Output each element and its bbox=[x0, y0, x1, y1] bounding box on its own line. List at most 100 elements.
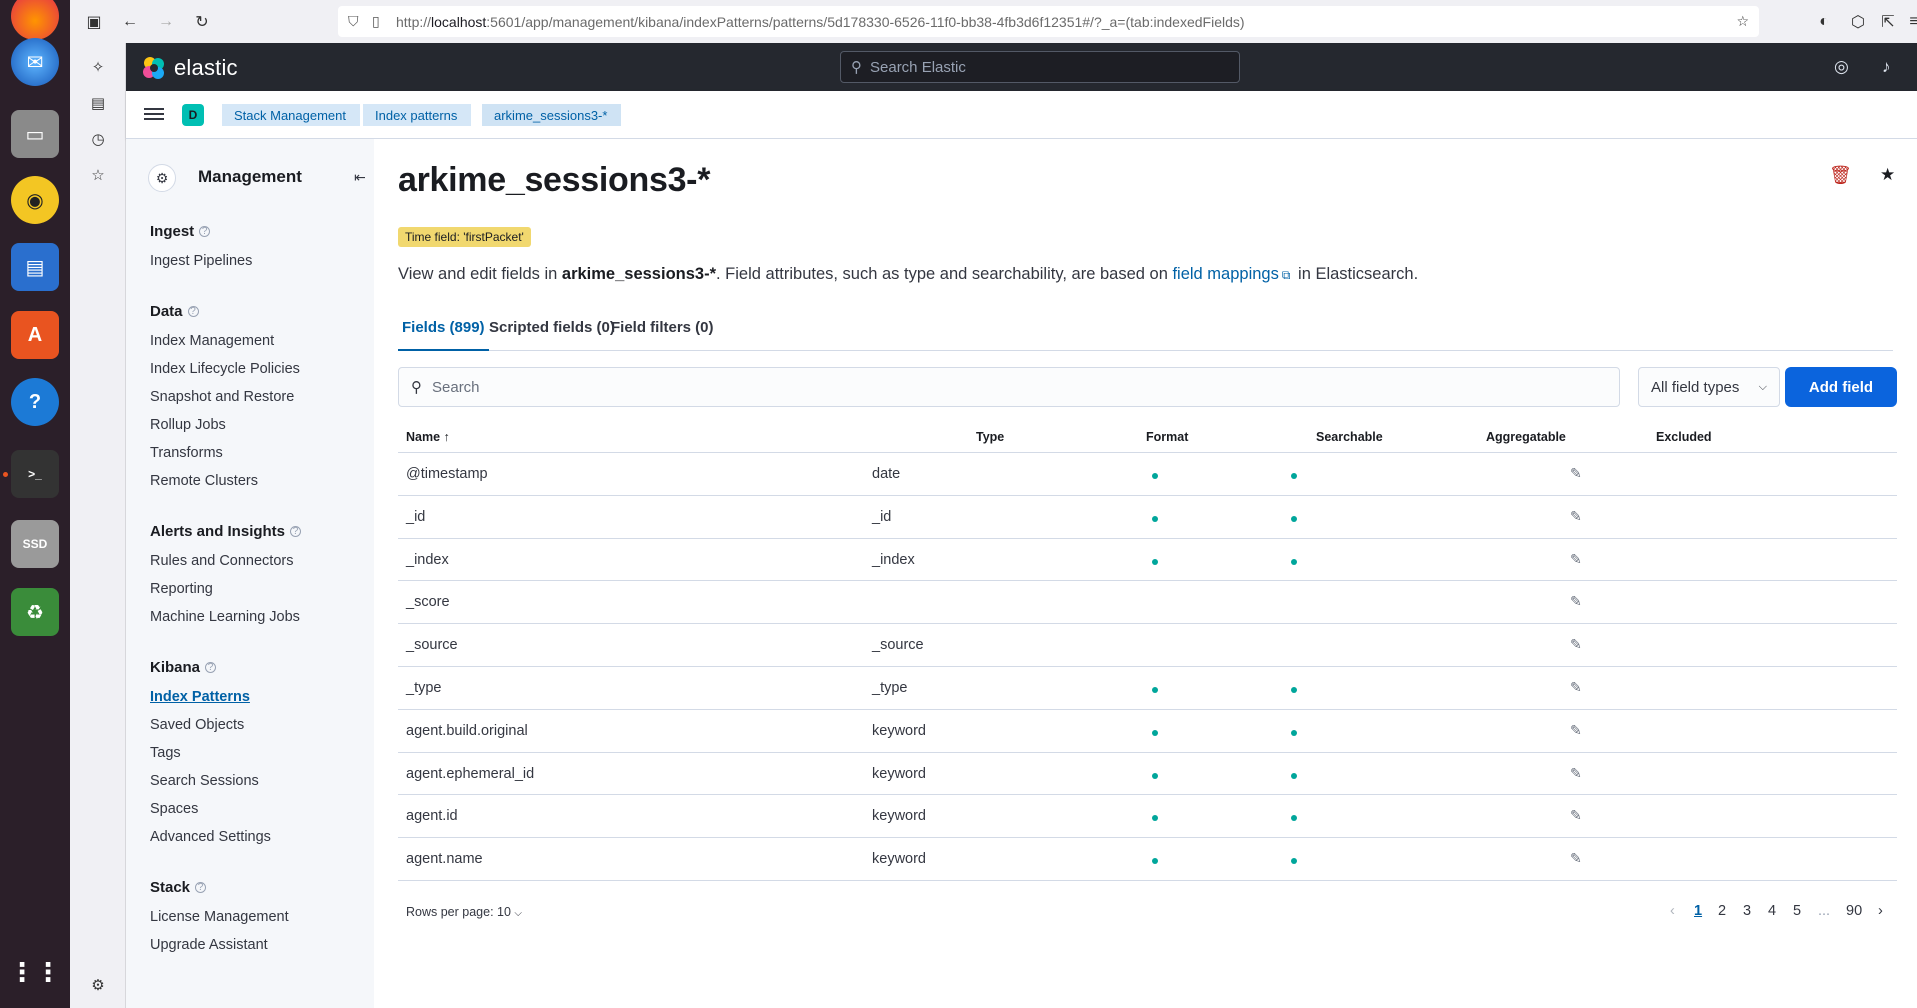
edit-pencil-icon[interactable]: ✎ bbox=[1570, 551, 1582, 568]
page-link[interactable]: 1 bbox=[1694, 903, 1702, 919]
synced-tabs-icon[interactable]: ▤ bbox=[86, 91, 110, 115]
prev-page-icon[interactable]: ‹ bbox=[1670, 903, 1675, 919]
field-name: _index bbox=[406, 551, 449, 568]
page-link[interactable]: 2 bbox=[1718, 903, 1726, 919]
breadcrumb-stack-management[interactable]: Stack Management bbox=[222, 104, 361, 126]
sidebar-item-transforms[interactable]: Transforms bbox=[150, 445, 223, 461]
sidebar-item-index-patterns[interactable]: Index Patterns bbox=[150, 689, 250, 705]
url-bar[interactable]: ⛉ ▯ http://localhost:5601/app/management… bbox=[338, 6, 1759, 37]
ssd-icon[interactable]: SSD bbox=[11, 520, 59, 568]
share-icon[interactable]: ⇱ bbox=[1876, 10, 1900, 34]
help-menu-icon[interactable]: ◎ bbox=[1834, 57, 1849, 77]
column-header-excluded[interactable]: Excluded bbox=[1656, 430, 1712, 444]
management-gear-icon: ⚙ bbox=[148, 164, 176, 192]
tab-fields[interactable]: Fields (899) bbox=[398, 319, 489, 351]
page-icon: ▯ bbox=[372, 13, 380, 29]
back-icon[interactable]: ← bbox=[118, 10, 142, 34]
edit-pencil-icon[interactable]: ✎ bbox=[1570, 465, 1582, 482]
app-center-icon[interactable]: A bbox=[11, 311, 59, 359]
table-row: _type _type ✎ bbox=[398, 667, 1897, 710]
table-row: _score ✎ bbox=[398, 581, 1897, 625]
column-header-aggregatable[interactable]: Aggregatable bbox=[1486, 430, 1566, 444]
bookmark-star-icon[interactable]: ☆ bbox=[1736, 13, 1749, 30]
tab-field-filters[interactable]: Field filters (0) bbox=[611, 319, 714, 336]
rhythmbox-icon[interactable]: ◉ bbox=[11, 176, 59, 224]
sidebar-toggle-icon[interactable]: ▣ bbox=[82, 10, 106, 34]
sidebar-item-upgrade-assistant[interactable]: Upgrade Assistant bbox=[150, 937, 268, 953]
help-icon[interactable]: ? bbox=[11, 378, 59, 426]
rows-per-page-select[interactable]: Rows per page: 10 ⌵ bbox=[406, 905, 522, 919]
menu-icon[interactable]: ≡ bbox=[1902, 10, 1917, 34]
add-field-button[interactable]: Add field bbox=[1785, 367, 1897, 407]
writer-icon[interactable]: ▤ bbox=[11, 243, 59, 291]
sidebar-item-spaces[interactable]: Spaces bbox=[150, 801, 198, 817]
sidebar-item-rollup[interactable]: Rollup Jobs bbox=[150, 417, 226, 433]
edit-pencil-icon[interactable]: ✎ bbox=[1570, 722, 1582, 739]
edit-pencil-icon[interactable]: ✎ bbox=[1570, 636, 1582, 653]
tab-scripted-fields[interactable]: Scripted fields (0) bbox=[489, 319, 615, 336]
edit-pencil-icon[interactable]: ✎ bbox=[1570, 765, 1582, 782]
sidebar-item-tags[interactable]: Tags bbox=[150, 745, 181, 761]
sidebar-item-rules[interactable]: Rules and Connectors bbox=[150, 553, 293, 569]
page-link[interactable]: 4 bbox=[1768, 903, 1776, 919]
global-search-input[interactable]: ⚲ Search Elastic bbox=[840, 51, 1240, 83]
edit-pencil-icon[interactable]: ✎ bbox=[1570, 850, 1582, 867]
edit-pencil-icon[interactable]: ✎ bbox=[1570, 807, 1582, 824]
sidebar-item-ingest-pipelines[interactable]: Ingest Pipelines bbox=[150, 253, 252, 269]
files-icon[interactable]: ▭ bbox=[11, 110, 59, 158]
space-avatar[interactable]: D bbox=[182, 104, 204, 126]
page-link[interactable]: 3 bbox=[1743, 903, 1751, 919]
sidebar-item-ilm[interactable]: Index Lifecycle Policies bbox=[150, 361, 300, 377]
nav-menu-icon[interactable] bbox=[144, 105, 164, 125]
sidebar-item-saved-objects[interactable]: Saved Objects bbox=[150, 717, 244, 733]
history-icon[interactable]: ◷ bbox=[86, 127, 110, 151]
account-icon[interactable]: ◐ bbox=[1812, 10, 1836, 34]
searchable-dot-icon bbox=[1152, 558, 1158, 565]
edit-pencil-icon[interactable]: ✎ bbox=[1570, 508, 1582, 525]
column-header-searchable[interactable]: Searchable bbox=[1316, 430, 1383, 444]
show-apps-icon[interactable]: ⋮⋮ bbox=[9, 948, 61, 996]
sidebar-item-ml-jobs[interactable]: Machine Learning Jobs bbox=[150, 609, 300, 625]
customize-icon[interactable]: ⚙ bbox=[86, 973, 110, 997]
delete-icon[interactable]: 🗑 bbox=[1829, 165, 1852, 186]
edit-pencil-icon[interactable]: ✎ bbox=[1570, 679, 1582, 696]
sidebar-item-reporting[interactable]: Reporting bbox=[150, 581, 213, 597]
reload-icon[interactable]: ↻ bbox=[190, 10, 214, 34]
column-header-format[interactable]: Format bbox=[1146, 430, 1188, 444]
aggregatable-dot-icon bbox=[1291, 858, 1297, 865]
thunderbird-icon[interactable]: ✉ bbox=[11, 38, 59, 86]
field-type-select[interactable]: All field types ⌵ bbox=[1638, 367, 1780, 407]
ai-chat-icon[interactable]: ✧ bbox=[86, 55, 110, 79]
set-default-star-icon[interactable]: ★ bbox=[1880, 165, 1895, 185]
edit-pencil-icon[interactable]: ✎ bbox=[1570, 593, 1582, 610]
searchable-dot-icon bbox=[1152, 858, 1158, 865]
terminal-icon[interactable]: >_ bbox=[11, 450, 59, 498]
newsfeed-icon[interactable]: ♪ bbox=[1882, 57, 1891, 77]
page-link[interactable]: 90 bbox=[1846, 903, 1862, 919]
sidebar-item-remote-clusters[interactable]: Remote Clusters bbox=[150, 473, 258, 489]
trash-icon[interactable]: ♻ bbox=[11, 588, 59, 636]
searchable-dot-icon bbox=[1152, 729, 1158, 736]
firefox-icon[interactable] bbox=[11, 0, 59, 40]
column-header-name[interactable]: Name ↑ bbox=[406, 430, 450, 444]
forward-icon[interactable]: → bbox=[154, 10, 178, 34]
sidebar-item-license[interactable]: License Management bbox=[150, 909, 289, 925]
field-mappings-link[interactable]: field mappings bbox=[1172, 265, 1278, 283]
column-header-type[interactable]: Type bbox=[976, 430, 1004, 444]
extensions-icon[interactable]: ⬡ bbox=[1846, 10, 1870, 34]
sidebar-item-search-sessions[interactable]: Search Sessions bbox=[150, 773, 259, 789]
next-page-icon[interactable]: › bbox=[1878, 903, 1883, 919]
bookmarks-icon[interactable]: ☆ bbox=[86, 163, 110, 187]
field-type: _type bbox=[872, 679, 908, 696]
field-search-input[interactable]: ⚲ Search bbox=[398, 367, 1620, 407]
sidebar-item-snapshot[interactable]: Snapshot and Restore bbox=[150, 389, 294, 405]
breadcrumb-index-patterns[interactable]: Index patterns bbox=[363, 104, 472, 126]
field-type: keyword bbox=[872, 851, 926, 868]
sidebar-item-advanced-settings[interactable]: Advanced Settings bbox=[150, 829, 271, 845]
sidebar-item-index-management[interactable]: Index Management bbox=[150, 333, 274, 349]
field-type: _id bbox=[872, 508, 892, 525]
elastic-logo[interactable]: elastic bbox=[142, 55, 238, 81]
collapse-sidebar-icon[interactable]: ⇤ bbox=[354, 169, 366, 186]
searchable-dot-icon bbox=[1152, 772, 1158, 779]
page-link[interactable]: 5 bbox=[1793, 903, 1801, 919]
